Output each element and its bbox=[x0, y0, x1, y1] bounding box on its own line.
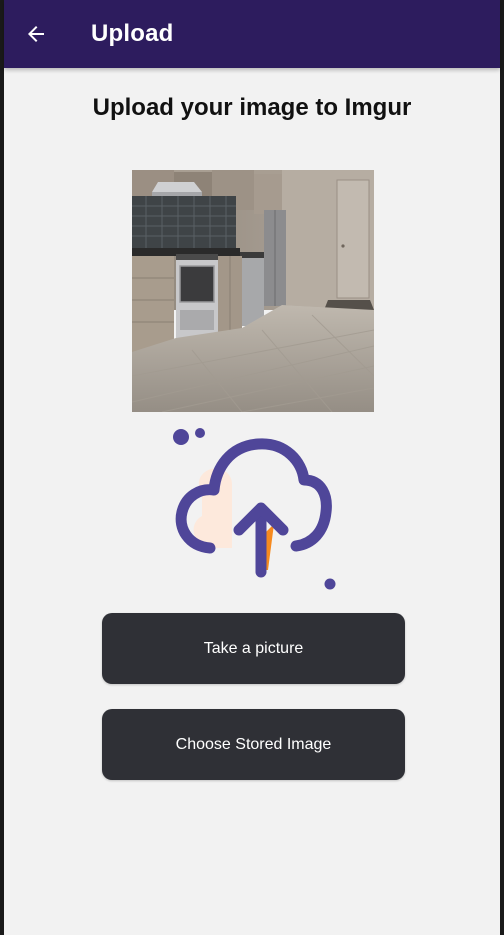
cloud-upload-illustration bbox=[168, 424, 338, 594]
choose-stored-image-button[interactable]: Choose Stored Image bbox=[102, 709, 405, 780]
app-bar-title: Upload bbox=[91, 20, 174, 47]
kitchen-photo bbox=[132, 170, 374, 412]
cloud-upload-icon bbox=[173, 428, 336, 590]
take-picture-label: Take a picture bbox=[203, 639, 304, 657]
window-frame-right bbox=[500, 0, 504, 935]
selected-image-preview bbox=[132, 170, 374, 412]
arrow-left-icon bbox=[28, 26, 44, 42]
window-frame-left bbox=[0, 0, 4, 935]
page-heading: Upload your image to Imgur bbox=[92, 94, 412, 121]
app-bar: Upload bbox=[4, 0, 500, 68]
take-picture-button[interactable]: Take a picture bbox=[102, 613, 405, 684]
back-button[interactable] bbox=[8, 0, 64, 68]
choose-stored-image-label: Choose Stored Image bbox=[175, 735, 332, 753]
